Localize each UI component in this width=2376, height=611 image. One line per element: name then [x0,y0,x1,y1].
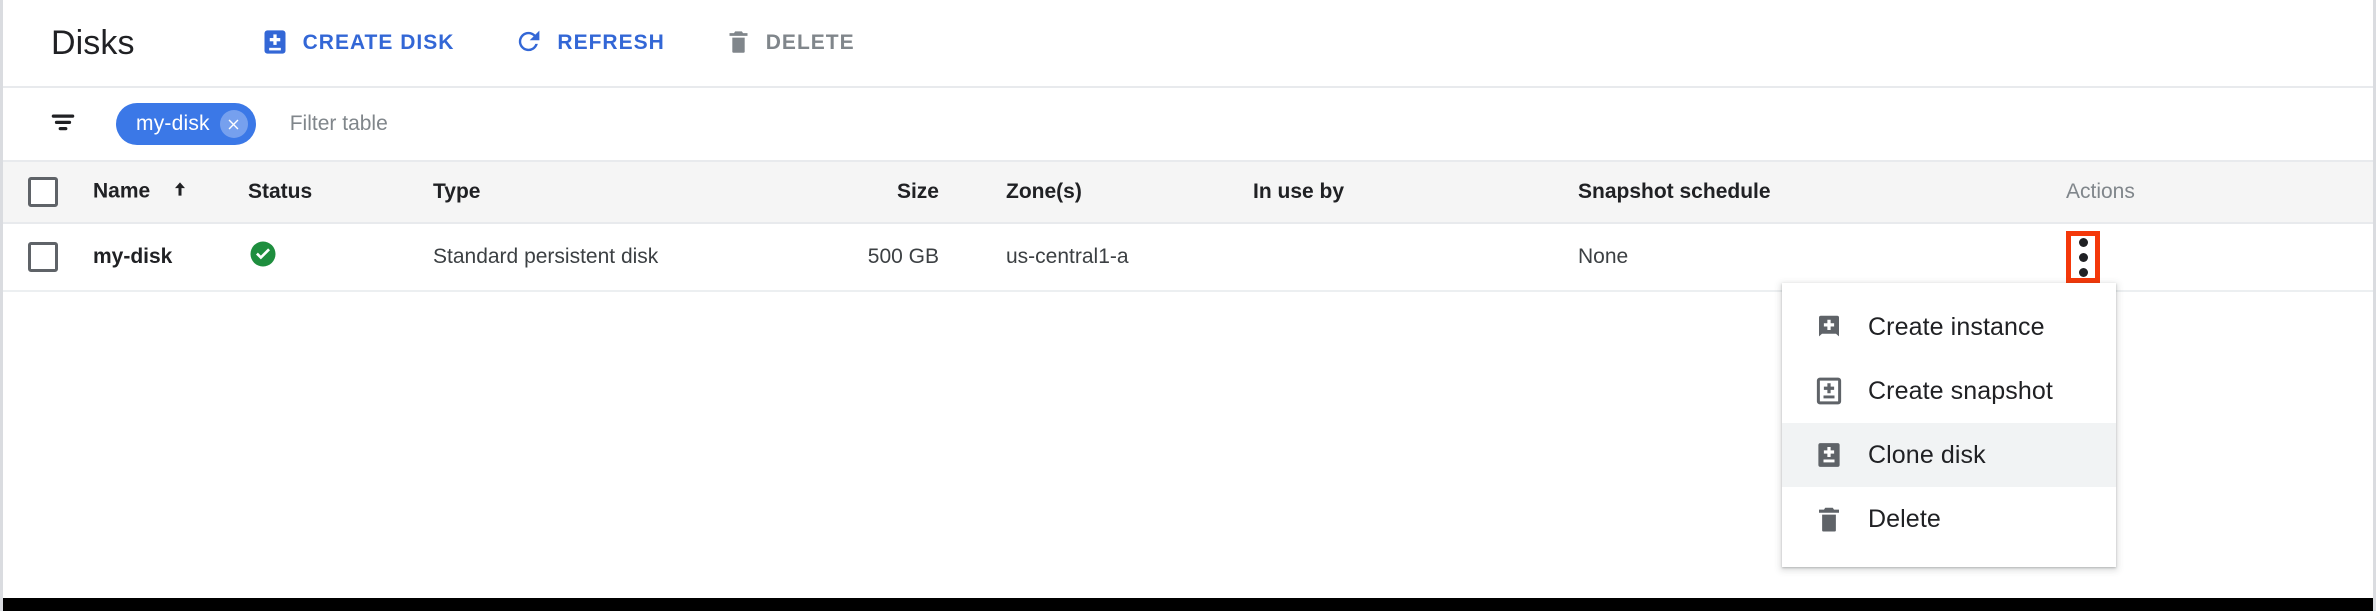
arrow-up-icon [170,179,190,205]
column-header-name-label: Name [93,179,151,203]
refresh-icon [514,27,543,59]
column-header-zone[interactable]: Zone(s) [963,180,1253,204]
cell-size: 500 GB [867,245,939,268]
menu-item-delete[interactable]: Delete [1782,487,2116,551]
bottom-bar [3,598,2373,611]
close-icon[interactable] [219,110,248,138]
column-header-size[interactable]: Size [823,180,963,204]
select-all-checkbox-cell [3,177,93,207]
trash-icon [725,28,752,58]
menu-item-create-instance-label: Create instance [1868,312,2045,341]
cell-name[interactable]: my-disk [93,245,248,269]
menu-item-create-instance[interactable]: Create instance [1782,295,2116,359]
cell-actions [2058,231,2358,283]
table-header-row: Name Status Type Size Zone(s) In use by … [3,162,2373,224]
column-header-name[interactable]: Name [93,179,248,205]
disk-add-icon [261,28,289,59]
cell-type: Standard persistent disk [433,245,659,268]
select-all-checkbox[interactable] [28,177,58,207]
menu-item-clone-disk-label: Clone disk [1868,440,1986,469]
filter-input[interactable] [289,104,790,144]
row-checkbox[interactable] [28,242,58,272]
column-header-type[interactable]: Type [433,180,823,204]
filter-bar: my-disk [3,88,2373,162]
snapshot-add-icon [1814,376,1844,406]
cell-zone: us-central1-a [1006,245,1129,268]
trash-icon [1814,504,1844,534]
column-header-in-use-by[interactable]: In use by [1253,180,1578,204]
filter-list-icon[interactable] [48,107,78,142]
delete-button[interactable]: DELETE [709,15,871,71]
refresh-button[interactable]: REFRESH [498,15,680,71]
instance-add-icon [1814,312,1844,342]
table-row[interactable]: my-disk Standard persistent disk 500 GB … [3,224,2373,292]
kebab-dot [2078,267,2088,277]
menu-item-create-snapshot-label: Create snapshot [1868,376,2053,405]
kebab-dot [2078,237,2088,247]
menu-item-delete-label: Delete [1868,504,1941,533]
disk-clone-icon [1814,440,1844,470]
disks-table: Name Status Type Size Zone(s) In use by … [3,162,2373,292]
row-actions-menu: Create instance Create snapshot Clone di… [1782,283,2116,567]
page-toolbar: Disks CREATE DISK REFRESH DELETE [3,0,2373,88]
cell-status [248,239,433,275]
row-checkbox-cell [3,242,93,272]
kebab-dot [2078,252,2088,262]
check-circle-icon [248,239,423,275]
disks-page: Disks CREATE DISK REFRESH DELETE my-disk… [0,0,2376,611]
more-vert-icon[interactable] [2066,231,2100,283]
menu-item-create-snapshot[interactable]: Create snapshot [1782,359,2116,423]
create-disk-label: CREATE DISK [302,31,455,54]
cell-snapshot-schedule: None [1578,245,1629,268]
column-header-snapshot-schedule[interactable]: Snapshot schedule [1578,180,2058,204]
column-header-actions: Actions [2066,180,2135,203]
create-disk-button[interactable]: CREATE DISK [245,15,471,71]
column-header-status[interactable]: Status [248,180,433,204]
page-title: Disks [51,23,135,62]
menu-item-clone-disk[interactable]: Clone disk [1782,423,2116,487]
filter-chip-label: my-disk [136,112,210,135]
delete-label: DELETE [765,31,855,54]
refresh-label: REFRESH [557,31,665,54]
filter-chip-my-disk[interactable]: my-disk [116,103,256,145]
